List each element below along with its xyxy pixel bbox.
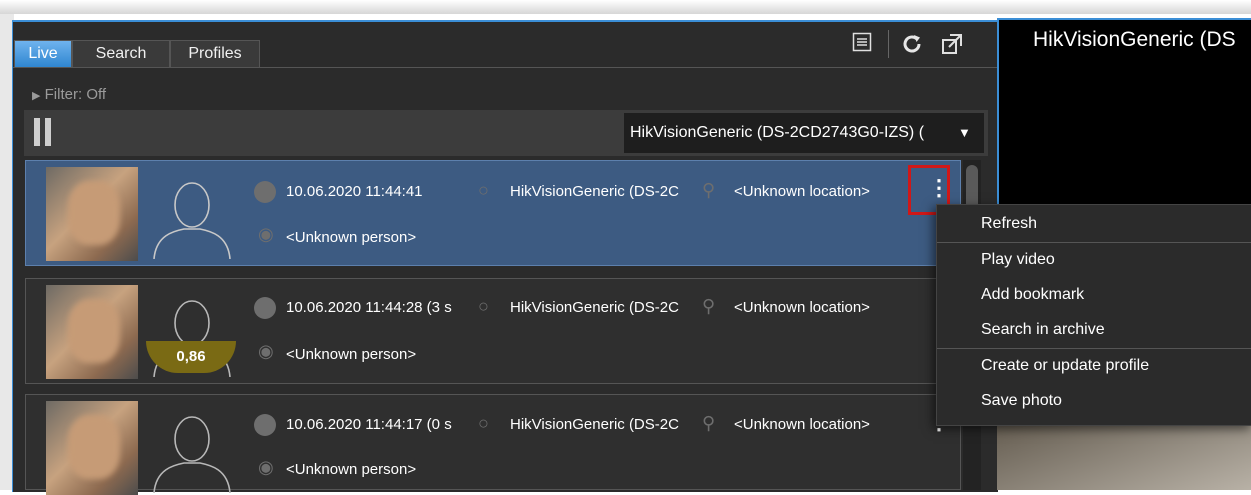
menu-item-create-or-update-profile[interactable]: Create or update profile <box>937 349 1251 383</box>
refresh-icon[interactable] <box>900 32 924 61</box>
event-location: <Unknown location> <box>734 299 870 316</box>
context-menu: Refresh Play video Add bookmark Search i… <box>936 204 1251 426</box>
menu-item-save-photo[interactable]: Save photo <box>937 384 1251 418</box>
event-row[interactable]: 10.06.2020 11:44:41 ○ HikVisionGeneric (… <box>25 160 961 266</box>
tab-profiles[interactable]: Profiles <box>170 40 260 67</box>
event-person: <Unknown person> <box>286 461 417 478</box>
pause-icon[interactable] <box>34 118 52 146</box>
clock-icon <box>254 297 276 319</box>
menu-item-search-in-archive[interactable]: Search in archive <box>937 313 1251 347</box>
menu-item-play-video[interactable]: Play video <box>937 243 1251 277</box>
event-row[interactable]: 0,86 10.06.2020 11:44:28 (3 s ○ HikVisio… <box>25 278 961 384</box>
tab-divider <box>13 67 997 68</box>
video-panel-title: HikVisionGeneric (DS <box>1033 28 1236 51</box>
person-icon: ◉ <box>258 224 274 244</box>
toolbar-separator <box>888 30 889 58</box>
event-timestamp: 10.06.2020 11:44:41 <box>286 183 423 200</box>
expand-arrow-icon: ▶ <box>32 90 41 102</box>
person-silhouette-icon <box>153 182 231 259</box>
location-pin-icon: ⚲ <box>702 180 716 200</box>
filter-label: Filter: <box>44 86 83 103</box>
event-location: <Unknown location> <box>734 416 870 433</box>
person-silhouette-icon <box>153 416 231 493</box>
chevron-down-icon[interactable]: ▼ <box>958 117 971 149</box>
event-timestamp: 10.06.2020 11:44:28 (3 s <box>286 299 452 316</box>
camera-select[interactable]: HikVisionGeneric (DS-2CD2743G0-IZS) ( <box>624 113 984 153</box>
face-snapshot <box>46 167 138 261</box>
event-timestamp: 10.06.2020 11:44:17 (0 s <box>286 416 452 433</box>
background-top <box>0 0 1251 14</box>
face-snapshot <box>46 401 138 495</box>
camera-icon: ○ <box>478 180 489 200</box>
popout-window-icon[interactable] <box>940 32 964 61</box>
person-icon: ◉ <box>258 341 274 361</box>
tab-search[interactable]: Search <box>72 40 170 67</box>
location-pin-icon: ⚲ <box>702 413 716 433</box>
menu-item-refresh[interactable]: Refresh <box>937 207 1251 241</box>
event-camera: HikVisionGeneric (DS-2C <box>510 183 679 200</box>
clock-icon <box>254 414 276 436</box>
filter-value: Off <box>86 86 107 103</box>
event-row[interactable]: 10.06.2020 11:44:17 (0 s ○ HikVisionGene… <box>25 394 961 495</box>
camera-icon: ○ <box>478 413 489 433</box>
location-pin-icon: ⚲ <box>702 296 716 316</box>
clock-icon <box>254 181 276 203</box>
event-camera: HikVisionGeneric (DS-2C <box>510 416 679 433</box>
tab-live[interactable]: Live <box>14 40 72 67</box>
event-camera: HikVisionGeneric (DS-2C <box>510 299 679 316</box>
camera-icon: ○ <box>478 296 489 316</box>
face-snapshot <box>46 285 138 379</box>
event-location: <Unknown location> <box>734 183 870 200</box>
menu-item-add-bookmark[interactable]: Add bookmark <box>937 278 1251 312</box>
filter-toggle[interactable]: ▶ Filter: Off <box>32 86 106 103</box>
event-person: <Unknown person> <box>286 346 417 363</box>
event-person: <Unknown person> <box>286 229 417 246</box>
list-view-icon[interactable] <box>852 32 872 58</box>
person-icon: ◉ <box>258 457 274 477</box>
